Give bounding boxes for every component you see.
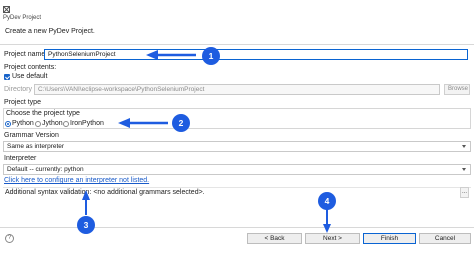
finish-button[interactable]: Finish [363,233,416,244]
header-separator [0,44,474,45]
app-icon [3,6,10,13]
use-default-label: Use default [12,73,48,80]
back-button[interactable]: < Back [247,233,302,244]
configure-interpreter-link[interactable]: Click here to configure an interpreter n… [4,177,149,184]
help-icon[interactable]: ? [5,234,14,243]
callout-badge-2: 2 [172,114,190,132]
use-default-checkbox[interactable] [4,74,10,80]
syntax-more-button[interactable]: ... [460,187,469,198]
radio-python-label: Python [12,120,34,127]
callout-badge-4: 4 [318,192,336,210]
next-button[interactable]: Next > [305,233,360,244]
chevron-down-icon [462,145,466,148]
header-text: Create a new PyDev Project. [5,28,95,35]
radio-ironpython-label: IronPython [70,120,104,127]
window-title: PyDev Project [3,15,42,21]
interpreter-select[interactable]: Default -- currently: python [3,164,471,175]
radio-python[interactable] [5,121,11,127]
title-bar: PyDev Project [0,0,474,22]
grammar-version-label: Grammar Version [4,132,59,139]
project-name-label: Project name: [4,51,48,58]
dialog-header: Create a new PyDev Project. [0,24,474,42]
callout-arrowhead-4 [323,224,331,233]
callout-badge-3: 3 [77,216,95,234]
directory-label: Directory [4,86,33,93]
interpreter-label: Interpreter [4,155,37,162]
radio-jython[interactable] [35,121,41,127]
project-type-label: Project type [4,99,41,106]
grammar-version-value: Same as interpreter [7,143,65,150]
syntax-separator [3,187,471,188]
cancel-button[interactable]: Cancel [419,233,471,244]
project-name-input[interactable]: PythonSeleniumProject [44,49,468,60]
radio-jython-label: Jython [42,120,63,127]
syntax-validation-text: Additional syntax validation: <no additi… [5,189,205,196]
radio-ironpython[interactable] [63,121,69,127]
directory-field[interactable]: C:\Users\VANI\eclipse-workspace\PythonSe… [34,84,440,95]
project-type-group-label: Choose the project type [6,110,80,117]
project-contents-label: Project contents: [4,64,57,71]
grammar-version-select[interactable]: Same as interpreter [3,141,471,152]
chevron-down-icon [462,168,466,171]
interpreter-value: Default -- currently: python [7,166,84,173]
footer-separator [0,227,474,228]
browse-button[interactable]: Browse [444,84,470,95]
callout-badge-1: 1 [202,47,220,65]
